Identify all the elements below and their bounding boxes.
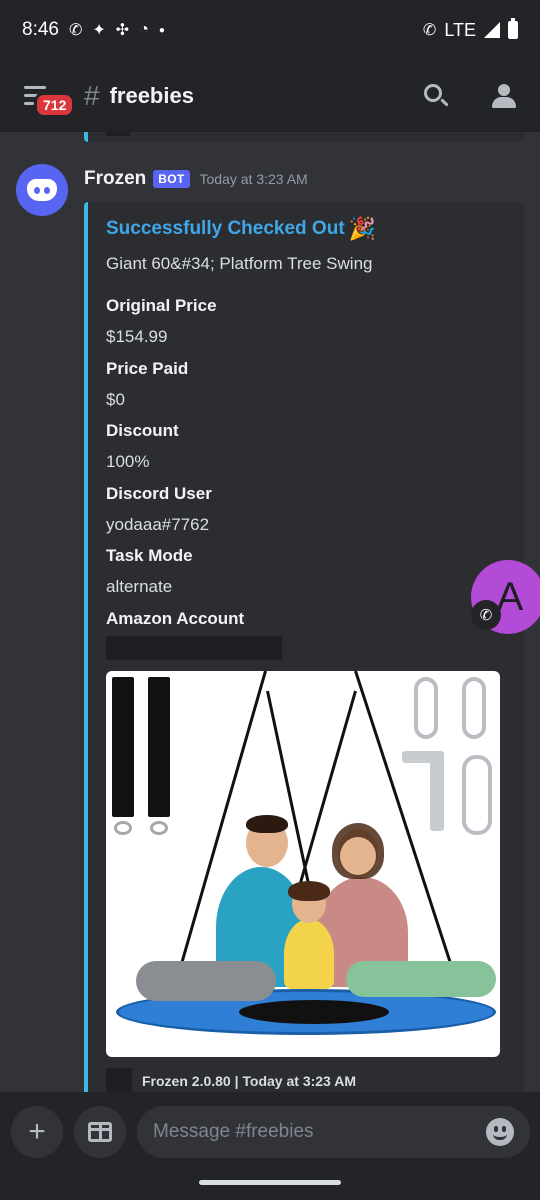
message-input[interactable]: [153, 1121, 486, 1143]
strap-right: [148, 677, 170, 817]
field-name-price-paid: Price Paid: [106, 359, 189, 378]
person-face: [340, 837, 376, 875]
bot-tag: BOT: [153, 170, 190, 188]
avatar[interactable]: [16, 164, 68, 216]
menu-button[interactable]: 712: [22, 76, 76, 118]
party-popper-icon: 🎉: [348, 216, 377, 241]
field-name-task-mode: Task Mode: [106, 546, 193, 565]
gift-icon: [88, 1122, 112, 1142]
battery-icon: [508, 18, 518, 39]
embed-footer: Frozen 2.0.80 | Today at 3:23 AM: [106, 1068, 356, 1092]
twitter-icon: ✦: [92, 22, 106, 39]
person-legs: [346, 961, 496, 997]
person-legs: [136, 961, 276, 1001]
search-icon[interactable]: [422, 82, 450, 110]
field-value-original-price: $154.99: [106, 327, 168, 346]
notification-badge: 712: [34, 91, 76, 118]
message-embed: Successfully Checked Out 🎉 Giant 60&#34;…: [84, 202, 524, 1092]
person-hair: [246, 815, 288, 833]
field-name-original-price: Original Price: [106, 296, 217, 315]
field-value-discount: 100%: [106, 452, 150, 471]
redacted-account-value: [106, 636, 282, 660]
field-value-task-mode: alternate: [106, 577, 173, 596]
previous-embed: [84, 132, 524, 142]
add-attachment-button[interactable]: +: [11, 1106, 63, 1158]
product-image[interactable]: [106, 671, 500, 1057]
channel-name[interactable]: freebies: [110, 83, 194, 109]
pinwheel-icon: ✣: [115, 22, 130, 39]
field-value-price-paid: $0: [106, 390, 125, 409]
footer-text: Frozen 2.0.80 | Today at 3:23 AM: [142, 1073, 356, 1089]
network-label: LTE: [444, 19, 476, 40]
wifi-call-icon: ✆: [422, 22, 437, 39]
person-hair: [288, 881, 330, 901]
chat-area[interactable]: Frozen BOT Today at 3:23 AM Successfully…: [0, 132, 540, 1092]
author-name[interactable]: Frozen: [84, 168, 146, 190]
strap-left: [112, 677, 134, 817]
l-bolt-bar: [430, 751, 444, 831]
status-time: 8:46: [22, 19, 59, 40]
field-value-discord-user: yodaaa#7762: [106, 515, 210, 534]
emoji-icon[interactable]: [486, 1118, 514, 1146]
previous-embed-thumbnail: [106, 132, 130, 136]
signal-icon: [484, 22, 500, 38]
field-name-discord-user: Discord User: [106, 484, 212, 503]
gift-button[interactable]: [74, 1106, 126, 1158]
strap-ring: [114, 821, 132, 835]
plus-icon: +: [28, 1115, 46, 1148]
discord-logo-icon: [27, 179, 57, 201]
status-bar: 8:46 ✆ ✦ ✣ ◔ ● ✆ LTE: [0, 0, 540, 60]
phone-icon: ✆: [471, 600, 501, 630]
field-name-amazon-account: Amazon Account: [106, 609, 245, 628]
message-header: Frozen BOT Today at 3:23 AM: [84, 168, 308, 190]
call-icon: ✆: [68, 22, 83, 39]
home-indicator[interactable]: [199, 1180, 341, 1185]
members-icon[interactable]: [490, 82, 518, 110]
embed-title-text: Successfully Checked Out: [106, 218, 345, 239]
channel-header: 712 # freebies: [0, 60, 540, 132]
app-icon: ◔: [139, 21, 149, 38]
embed-title[interactable]: Successfully Checked Out 🎉: [106, 216, 376, 242]
dot-icon: ●: [158, 24, 165, 36]
field-name-discount: Discount: [106, 421, 179, 440]
embed-description: Giant 60&#34; Platform Tree Swing: [106, 254, 373, 273]
channel-hash-icon: #: [84, 79, 100, 111]
carabiner: [462, 677, 486, 739]
message-timestamp: Today at 3:23 AM: [199, 171, 308, 187]
swivel-hook: [462, 755, 492, 835]
person-child: [284, 919, 334, 989]
footer-icon: [106, 1068, 132, 1092]
message-box[interactable]: [137, 1106, 530, 1158]
carabiner: [414, 677, 438, 739]
strap-ring: [150, 821, 168, 835]
